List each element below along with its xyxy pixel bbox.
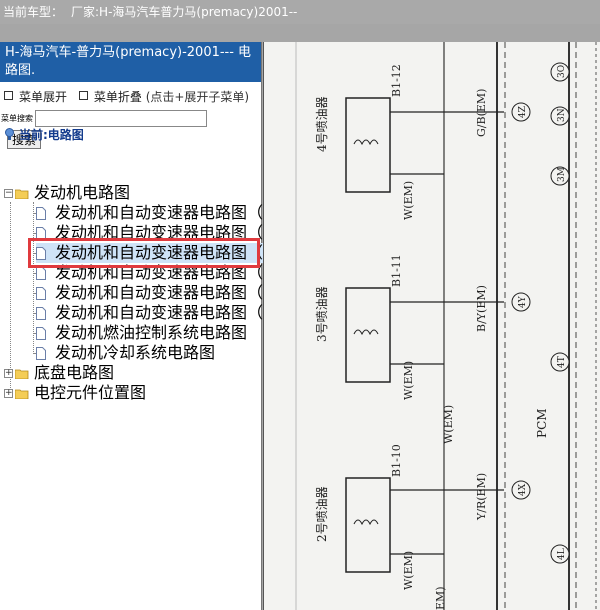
tree-label-electronic[interactable]: 电控元件位置图 [34, 383, 146, 403]
pin-label: 4Y [518, 295, 528, 308]
injector-label: 2号喷油器 [315, 486, 329, 542]
wire-label: B/Y(EM) [475, 285, 488, 332]
menu-expand-link[interactable]: 菜单展开 [19, 90, 67, 104]
pin-label: 3M [557, 167, 567, 182]
collapse-icon[interactable] [78, 91, 88, 100]
wire-label: G/B(EM) [475, 89, 488, 137]
menu-collapse-link[interactable]: 菜单折叠 [94, 90, 142, 104]
sidebar-title: H-海马汽车-普力马(premacy)-2001--- 电路图. [0, 42, 261, 82]
document-icon [36, 346, 46, 360]
search-input[interactable] [35, 110, 207, 127]
expand-icon[interactable] [4, 91, 13, 100]
wire-label: W(EM) [402, 551, 415, 590]
connector-label: B1-10 [390, 444, 403, 477]
tree-item-label[interactable]: 发动机燃油控制系统电路图 [55, 323, 247, 343]
tree-item-engine-5[interactable]: 发动机和自动变速器电路图（五） [36, 283, 295, 303]
tree-item-label[interactable]: 发动机和自动变速器电路图（一） [55, 203, 295, 223]
tree-node-engine[interactable]: − 发动机电路图 [4, 183, 130, 203]
pin-label: 4L [557, 548, 567, 560]
wire-label-partial: EM) [434, 586, 447, 610]
tree-item-label[interactable]: 发动机和自动变速器电路图（五） [55, 283, 295, 303]
injector-label: 4号喷油器 [315, 96, 329, 152]
pin-label: 4T [557, 356, 567, 368]
module-label: PCM [535, 408, 549, 438]
current-model-prefix: 当前车型： [3, 5, 64, 19]
current-model-text: 厂家:H-海马汽车普力马(premacy)2001-- [71, 5, 298, 19]
document-icon [36, 206, 46, 220]
menu-ops: 菜单展开 菜单折叠 (点击+展开子菜单) [0, 88, 261, 105]
tree-node-electronic[interactable]: + 电控元件位置图 [4, 383, 146, 403]
wire-label: W(EM) [442, 405, 455, 444]
folder-open-icon [15, 189, 29, 199]
tree-item-engine-cooling[interactable]: 发动机冷却系统电路图 [36, 343, 215, 363]
top-status-bar: 当前车型： 厂家:H-海马汽车普力马(premacy)2001-- [0, 0, 600, 24]
selection-highlight-frame [28, 238, 260, 268]
current-location: 当前:电路图 [4, 126, 84, 143]
expand-toggle-icon[interactable]: + [4, 368, 13, 378]
wire-label: Y/R(EM) [475, 473, 488, 521]
tree-item-engine-6[interactable]: 发动机和自动变速器电路图（六） [36, 303, 295, 323]
document-icon [36, 326, 46, 340]
wire-label: W(EM) [402, 361, 415, 400]
pin-label: 3O [557, 65, 567, 78]
wiring-diagram-viewer: 4号喷油器 B1-12 G/B(EM) W(EM) 4Z 3号喷油器 B1-11… [263, 42, 600, 610]
tree-item-label[interactable]: 发动机和自动变速器电路图（六） [55, 303, 295, 323]
document-icon [36, 306, 46, 320]
tree-item-label[interactable]: 发动机冷却系统电路图 [55, 343, 215, 363]
wiring-diagram: 4号喷油器 B1-12 G/B(EM) W(EM) 4Z 3号喷油器 B1-11… [295, 42, 597, 610]
pin-label: 4X [518, 483, 528, 496]
pin-label: 4Z [518, 106, 528, 118]
menu-hint: (点击+展开子菜单) [145, 90, 250, 104]
connector-label: B1-12 [390, 64, 403, 97]
document-icon [36, 266, 46, 280]
folder-icon [15, 369, 29, 379]
pin-label: 3N [557, 108, 567, 122]
tree-item-engine-1[interactable]: 发动机和自动变速器电路图（一） [36, 203, 295, 223]
tree-label-engine[interactable]: 发动机电路图 [34, 183, 130, 203]
right-pins: 3O 3N 3M 4T 4L [550, 62, 570, 564]
connector-label: B1-11 [390, 254, 403, 287]
search-row: 菜单搜索 [0, 110, 261, 127]
collapse-toggle-icon[interactable]: − [4, 188, 13, 198]
location-pin-icon [5, 128, 14, 140]
document-icon [36, 286, 46, 300]
search-label: 菜单搜索 [1, 114, 33, 123]
expand-toggle-icon[interactable]: + [4, 388, 13, 398]
injector-label: 3号喷油器 [315, 286, 329, 342]
tree-item-engine-fuel[interactable]: 发动机燃油控制系统电路图 [36, 323, 247, 343]
current-location-label: 当前:电路图 [19, 128, 84, 142]
folder-icon [15, 389, 29, 399]
wire-label: W(EM) [402, 181, 415, 220]
tree-label-chassis[interactable]: 底盘电路图 [34, 363, 114, 383]
tree-node-chassis[interactable]: + 底盘电路图 [4, 363, 114, 383]
